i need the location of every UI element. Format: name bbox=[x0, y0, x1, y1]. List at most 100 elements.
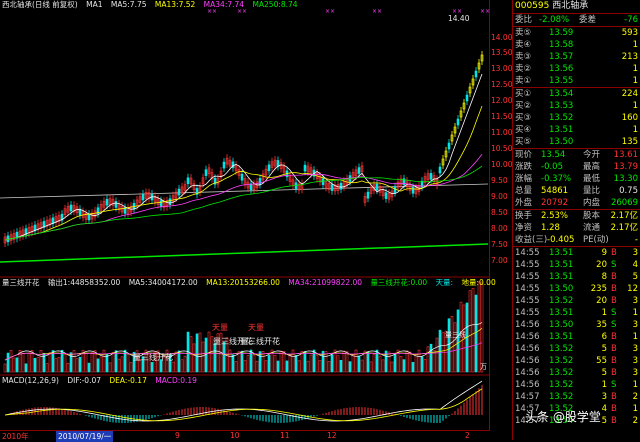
ask-label: 卖③ bbox=[515, 52, 532, 62]
tick-list[interactable]: 14:55 13.51 9 B 3 14:55 13.51 20 S 4 14:55 13.51 8 B 5… bbox=[513, 247, 640, 427]
stat-value: 13.54 bbox=[541, 150, 566, 160]
volume-bar bbox=[291, 349, 295, 373]
tick-row[interactable]: 14:56 13.52 1 S 1 bbox=[513, 379, 640, 391]
tick-row[interactable]: 14:56 13.52 55 B 3 bbox=[513, 355, 640, 367]
volume-bar bbox=[381, 359, 385, 373]
volume-bar bbox=[435, 337, 439, 373]
tick-time: 14:55 bbox=[515, 296, 540, 306]
stat-value: 13.30 bbox=[613, 174, 638, 184]
tick-time: 14:56 bbox=[515, 332, 540, 342]
volume-panel-header: 量三线开花 输出1:44858352.00 MA5:34004172.00 MA… bbox=[2, 278, 502, 288]
tick-row[interactable]: 14:57 13.52 3 B 2 bbox=[513, 391, 640, 403]
tick-row[interactable]: 14:56 13.52 5 B 3 bbox=[513, 367, 640, 379]
stat-label: PE(动) bbox=[583, 235, 609, 245]
volume-bar bbox=[180, 359, 184, 373]
ask-price: 13.56 bbox=[549, 64, 574, 74]
volume-bar bbox=[303, 351, 307, 373]
ma1-label: MA1 bbox=[86, 0, 103, 9]
volume-bar bbox=[78, 356, 82, 373]
volume-bar bbox=[393, 354, 397, 373]
bid-row[interactable]: 买② 13.53 1 bbox=[513, 100, 640, 112]
ask-row[interactable]: 卖④ 13.58 1 bbox=[513, 39, 640, 51]
volume-bar bbox=[468, 290, 472, 373]
candle-body bbox=[114, 201, 118, 208]
stats-block: 现价 13.54 今开 13.61 涨跌 -0.05 最高 13.79 涨幅 -0.37% 最低… bbox=[513, 149, 640, 247]
tick-time: 14:55 bbox=[515, 260, 540, 270]
ask-row[interactable]: 卖③ 13.57 213 bbox=[513, 51, 640, 63]
volume-bar bbox=[87, 362, 91, 373]
candle-body bbox=[69, 204, 73, 212]
tick-row[interactable]: 14:55 13.52 20 B 3 bbox=[513, 295, 640, 307]
tick-direction: B bbox=[611, 332, 617, 342]
tick-direction: B bbox=[611, 368, 617, 378]
volume-bar bbox=[324, 351, 328, 373]
tick-vol: 5 bbox=[601, 344, 607, 354]
ask-vol: 593 bbox=[621, 28, 638, 38]
ask-row[interactable]: 卖① 13.55 1 bbox=[513, 75, 640, 88]
volume-bar bbox=[246, 355, 250, 373]
candle-body bbox=[6, 235, 10, 243]
bid-price: 13.50 bbox=[549, 137, 574, 147]
tick-time: 14:56 bbox=[515, 368, 540, 378]
candle-body bbox=[438, 166, 442, 174]
tick-count: 5 bbox=[632, 272, 638, 282]
volume-bar bbox=[228, 349, 232, 373]
tick-row[interactable]: 14:56 13.51 6 B 1 bbox=[513, 331, 640, 343]
tick-price: 13.52 bbox=[549, 392, 574, 402]
tick-row[interactable]: 14:55 13.51 20 S 4 bbox=[513, 259, 640, 271]
date-axis[interactable]: 2010年 2010/07/19/一 9 10 11 12 2 bbox=[0, 430, 490, 442]
tick-vol: 9 bbox=[601, 248, 607, 258]
bid-row[interactable]: 买④ 13.51 1 bbox=[513, 124, 640, 136]
kline-svg[interactable]: ×× ×× ×× ×× ×× ×× bbox=[0, 0, 490, 440]
tick-direction: B bbox=[611, 404, 617, 414]
tick-time: 14:56 bbox=[515, 380, 540, 390]
volume-bar bbox=[84, 353, 88, 373]
volume-bar bbox=[45, 363, 49, 373]
volume-bar bbox=[399, 356, 403, 373]
ask-row[interactable]: 卖⑤ 13.59 593 bbox=[513, 27, 640, 39]
tick-price: 13.51 bbox=[549, 272, 574, 282]
svg-text:××: ×× bbox=[480, 8, 490, 15]
quote-panel[interactable]: 000595 西北轴承 委比 -2.08% 委差 -76 卖⑤ 13.59 593 … bbox=[512, 0, 640, 440]
tick-row[interactable]: 14:55 13.51 8 B 5 bbox=[513, 271, 640, 283]
candle-body bbox=[384, 192, 388, 199]
volume-flower: 量三线开花:0.00 bbox=[370, 278, 428, 287]
volume-bar bbox=[276, 360, 280, 373]
tick-vol: 55 bbox=[596, 356, 607, 366]
tick-row[interactable]: 14:56 13.52 5 B 3 bbox=[513, 343, 640, 355]
volume-ma5: MA5:34004172.00 bbox=[128, 278, 198, 287]
volume-bar bbox=[63, 353, 67, 373]
y-tick: 10.50 bbox=[491, 144, 513, 153]
candle-body bbox=[204, 169, 208, 176]
volume-bar bbox=[474, 294, 478, 373]
bid-label: 买⑤ bbox=[515, 137, 532, 147]
ma5-label: MA5:7.75 bbox=[110, 0, 147, 9]
tick-direction: B bbox=[611, 284, 617, 294]
tick-row[interactable]: 14:55 13.51 1 S 1 bbox=[513, 307, 640, 319]
kline-chart-area[interactable]: ×× ×× ×× ×× ×× ×× 西北轴承(日线 前复权) MA1 MA5:7.75… bbox=[0, 0, 496, 440]
volume-bar bbox=[126, 353, 130, 373]
volume-bar bbox=[480, 281, 484, 373]
stat-label: 股本 bbox=[583, 211, 601, 221]
bid-row[interactable]: 买① 13.54 224 bbox=[513, 88, 640, 100]
volume-bar bbox=[363, 350, 367, 373]
svg-text:××: ×× bbox=[325, 8, 335, 15]
bid-row[interactable]: 买③ 13.52 160 bbox=[513, 112, 640, 124]
ma250-line bbox=[0, 243, 489, 263]
macd-dea: DEA:-0.17 bbox=[109, 376, 147, 385]
volume-bar bbox=[9, 350, 13, 373]
bid-price: 13.52 bbox=[549, 113, 574, 123]
volume-bar bbox=[330, 354, 334, 373]
bid-row[interactable]: 买⑤ 13.50 135 bbox=[513, 136, 640, 149]
stock-name: 西北轴承 bbox=[552, 1, 589, 11]
tick-row[interactable]: 14:55 13.51 9 B 3 bbox=[513, 247, 640, 259]
stat-label: 涨幅 bbox=[515, 174, 533, 184]
tick-row[interactable]: 14:55 13.50 235 B 12 bbox=[513, 283, 640, 295]
volume-bar bbox=[264, 360, 268, 373]
volume-bar bbox=[213, 343, 217, 373]
ask-row[interactable]: 卖② 13.56 1 bbox=[513, 63, 640, 75]
volume-bar bbox=[177, 350, 181, 373]
stat-value: 0.75 bbox=[619, 186, 638, 196]
tick-row[interactable]: 14:56 13.50 35 S 3 bbox=[513, 319, 640, 331]
volume-bar bbox=[447, 318, 451, 373]
